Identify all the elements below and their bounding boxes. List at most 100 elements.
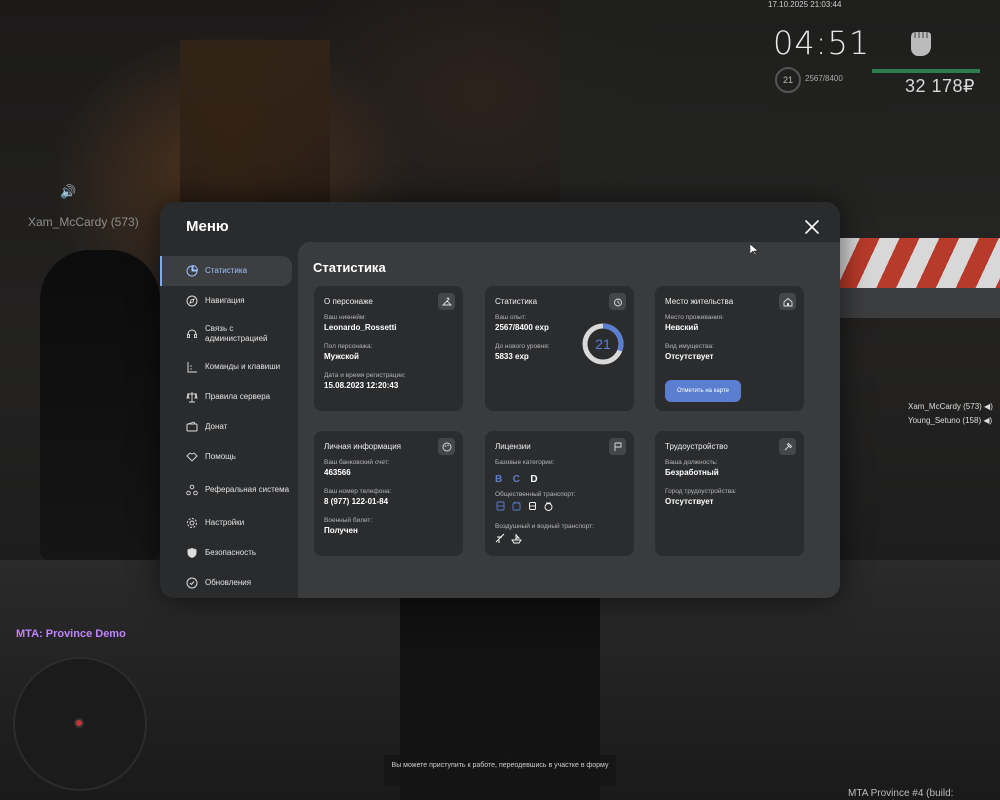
bus-icon [496, 501, 505, 511]
card-title: О персонаже [324, 297, 373, 306]
stopwatch-icon [613, 298, 622, 306]
card-title: Место жительства [665, 297, 734, 306]
field-public-transport: Общественный транспорт: [495, 491, 576, 512]
level-progress-ring: 21 [582, 323, 624, 365]
sidebar-item-navigation[interactable]: Навигация [160, 286, 298, 316]
field-job-city: Город трудоустройства: Отсутствует [665, 488, 737, 506]
field-air-water: Воздушный и водный транспорт: [495, 523, 594, 544]
wallet-icon [186, 421, 198, 432]
card-title: Трудоустройство [665, 442, 728, 451]
hud-money: 32 178₽ [905, 76, 976, 96]
card-personal-button[interactable] [438, 438, 455, 455]
category-c: C [512, 474, 520, 485]
flag-icon [614, 442, 621, 451]
card-title: Статистика [495, 297, 538, 306]
card-residence: Место жительства Место проживания: Невск… [655, 286, 804, 411]
field-next-level: До нового уровня: 5833 exp [495, 343, 550, 361]
field-residence: Место проживания: Невский [665, 314, 724, 332]
level-number: 21 [595, 336, 611, 352]
field-registration-date: Дата и время регистрации: 15.08.2023 12:… [324, 372, 406, 390]
voice-player: Young_Setuno (158) ◀) [908, 416, 993, 425]
close-icon[interactable] [801, 216, 823, 238]
sidebar: Статистика Навигация Связь с администрац… [160, 256, 298, 598]
sidebar-item-help[interactable]: Помощь [160, 442, 298, 472]
sidebar-item-rules[interactable]: Правила сервера [160, 382, 298, 412]
field-position: Ваша должность: Безработный [665, 459, 719, 477]
gear-icon [187, 518, 197, 528]
home-icon [783, 297, 792, 306]
card-title: Личная информация [324, 442, 402, 451]
category-b: B [495, 474, 503, 485]
sidebar-item-label: Настройки [205, 518, 245, 527]
field-gender: Пол персонажа: Мужской [324, 343, 373, 361]
sidebar-item-updates[interactable]: Обновления [160, 568, 298, 598]
sidebar-item-label: Помощь [205, 452, 236, 461]
sidebar-item-donate[interactable]: Донат [160, 412, 298, 442]
shield-icon [187, 548, 197, 558]
background-wall-warm [180, 40, 330, 220]
menu-title: Меню [186, 218, 229, 235]
content-panel: Статистика О персонаже Ваш никнейм: Leon… [298, 242, 840, 598]
road-barrier [840, 238, 1000, 288]
pie-chart-icon [186, 265, 198, 277]
sidebar-item-label: Связь с администрацией [205, 324, 268, 343]
sidebar-item-statistics[interactable]: Статистика [160, 256, 292, 286]
mark-on-map-button[interactable]: Отметить на карте [665, 380, 741, 402]
page-title: Статистика [313, 260, 386, 275]
card-title: Лицензии [495, 442, 531, 451]
category-d: D [530, 474, 538, 485]
hud-clock: 04:51 [773, 24, 871, 62]
compass-icon [186, 295, 198, 307]
card-stats-button[interactable] [609, 293, 626, 310]
field-exp: Ваш опыт: 2567/8400 exp [495, 314, 549, 332]
player-character-left [40, 250, 160, 560]
build-info: MTA Province #4 (build: 6.12420.9) [848, 788, 954, 800]
sidebar-item-label: Навигация [205, 296, 245, 305]
field-nickname: Ваш никнейм: Leonardo_Rossetti [324, 314, 397, 332]
hammer-icon [784, 442, 792, 450]
card-licenses-button[interactable] [609, 438, 626, 455]
server-label: MTA: Province Demo [16, 628, 126, 640]
hanger-icon [441, 297, 452, 305]
sidebar-item-label: Правила сервера [205, 392, 271, 401]
trolleybus-icon [512, 501, 521, 511]
sidebar-item-label: Безопасность [205, 548, 257, 557]
handshake-icon [186, 452, 198, 462]
sidebar-item-settings[interactable]: Настройки [160, 508, 298, 538]
refresh-icon [186, 577, 198, 589]
sidebar-item-label: Обновления [205, 578, 252, 587]
palette-icon [442, 442, 451, 451]
sidebar-item-commands[interactable]: Команды и клавиши [160, 352, 298, 382]
sidebar-item-admin-contact[interactable]: Связь с администрацией [160, 316, 298, 352]
field-bank-account: Ваш банковский счет: 463566 [324, 459, 390, 477]
menu-window: Меню Статистика Навигация Связь с админи… [160, 202, 840, 598]
sidebar-item-label: Команды и клавиши [205, 362, 281, 371]
keyboard-icon [187, 362, 197, 373]
mouse-cursor-icon [750, 244, 758, 256]
tram-icon [529, 502, 536, 510]
fist-icon [911, 32, 931, 56]
card-licenses: Лицензии Базовые категории: B C D Общест… [485, 431, 634, 556]
card-character-button[interactable] [438, 293, 455, 310]
card-residence-button[interactable] [779, 293, 796, 310]
boat-icon [511, 534, 522, 544]
hud-datetime: 17.10.2025 21:03:44 [768, 0, 842, 9]
speaker-icon: 🔊 [60, 184, 77, 199]
scales-icon [186, 392, 198, 403]
sidebar-item-label: Реферальная система [205, 485, 290, 494]
voice-player-list: Xam_McCardy (573) ◀) Young_Setuno (158) … [908, 400, 993, 428]
hud-exp: 2567/8400 [805, 74, 843, 83]
headset-icon [187, 329, 197, 338]
plane-icon [495, 533, 505, 543]
sidebar-item-referral[interactable]: Реферальная система [160, 472, 298, 508]
sidebar-item-label: Донат [205, 422, 228, 431]
card-personal: Личная информация Ваш банковский счет: 4… [314, 431, 463, 556]
field-base-categories: Базовые категории: B C D [495, 459, 555, 485]
card-job: Трудоустройство Ваша должность: Безработ… [655, 431, 804, 556]
sidebar-item-label: Статистика [205, 266, 248, 275]
card-job-button[interactable] [779, 438, 796, 455]
card-character: О персонаже Ваш никнейм: Leonardo_Rosset… [314, 286, 463, 411]
sidebar-item-security[interactable]: Безопасность [160, 538, 298, 568]
field-military: Военный билет: Получен [324, 517, 373, 535]
card-stats: Статистика Ваш опыт: 2567/8400 exp До но… [485, 286, 634, 411]
